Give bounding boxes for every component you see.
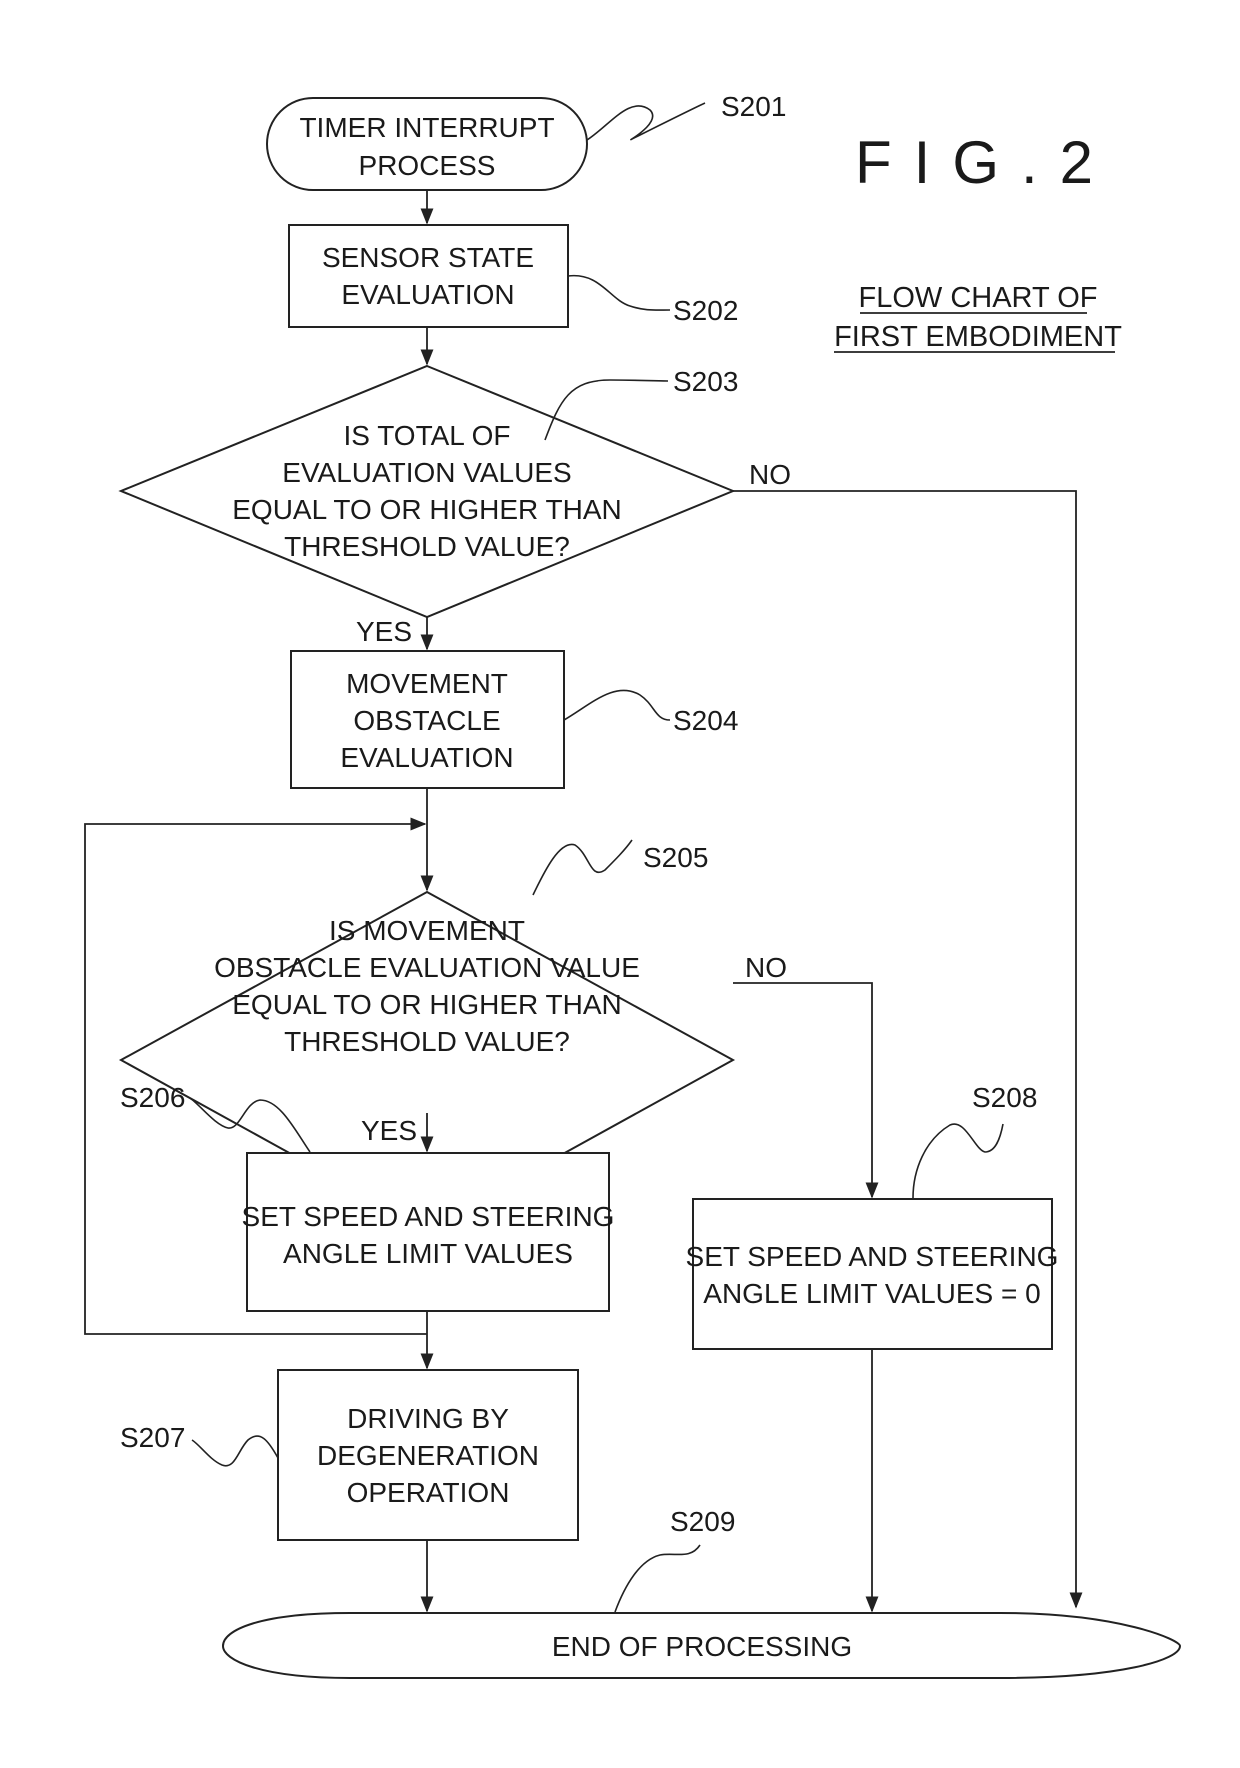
s205-no-label: NO <box>745 952 787 983</box>
s207-line-2: DEGENERATION <box>317 1440 539 1471</box>
s204-line-3: EVALUATION <box>340 742 513 773</box>
s204-leader <box>563 689 671 721</box>
s207-ref-label: S207 <box>120 1422 185 1453</box>
step-s202-process: SENSOR STATE EVALUATION <box>288 224 569 328</box>
s204-line-1: MOVEMENT <box>346 668 508 699</box>
s203-line-4: THRESHOLD VALUE? <box>284 531 570 562</box>
s201-line-2: PROCESS <box>359 150 496 181</box>
step-s208-process: SET SPEED AND STEERING ANGLE LIMIT VALUE… <box>686 1198 1059 1350</box>
s209-ref-label: S209 <box>670 1506 735 1537</box>
s203-line-2: EVALUATION VALUES <box>282 457 571 488</box>
process-box <box>692 1198 1053 1350</box>
s201-line-1: TIMER INTERRUPT <box>299 112 554 143</box>
step-s207-process: DRIVING BY DEGENERATION OPERATION <box>277 1369 579 1541</box>
s202-ref-label: S202 <box>673 295 738 326</box>
s207-leader <box>191 1435 279 1467</box>
step-s204-process: MOVEMENT OBSTACLE EVALUATION <box>290 650 565 789</box>
s205-line-2: OBSTACLE EVALUATION VALUE <box>214 952 640 983</box>
arrow-s205-no-to-s208 <box>733 982 879 1199</box>
s205-leader <box>532 839 633 896</box>
s208-line-1: SET SPEED AND STEERING <box>686 1241 1059 1272</box>
s207-line-1: DRIVING BY <box>347 1403 509 1434</box>
s207-line-3: OPERATION <box>347 1477 510 1508</box>
s206-ref-label: S206 <box>120 1082 185 1113</box>
s205-yes-label: YES <box>361 1115 417 1146</box>
s208-line-2: ANGLE LIMIT VALUES = 0 <box>703 1278 1040 1309</box>
process-box <box>246 1152 610 1312</box>
s203-ref-label: S203 <box>673 366 738 397</box>
s202-leader <box>567 274 671 311</box>
s204-ref-label: S204 <box>673 705 738 736</box>
figure-title-line-2: FIRST EMBODIMENT <box>834 321 1122 353</box>
s204-line-2: OBSTACLE <box>353 705 500 736</box>
s203-line-3: EQUAL TO OR HIGHER THAN <box>232 494 621 525</box>
s205-line-4: THRESHOLD VALUE? <box>284 1026 570 1057</box>
s201-leader <box>586 102 706 141</box>
step-s201-terminal: TIMER INTERRUPT PROCESS <box>266 97 588 191</box>
s201-ref-label: S201 <box>721 91 786 122</box>
step-s209-terminal: END OF PROCESSING <box>221 1612 1182 1679</box>
s209-leader <box>614 1544 701 1613</box>
flowchart: FIG.2 FLOW CHART OF FIRST EMBODIMENT TIM… <box>84 91 1182 1679</box>
figure-label: FIG.2 <box>855 129 1115 196</box>
s202-line-1: SENSOR STATE <box>322 242 534 273</box>
s205-line-3: EQUAL TO OR HIGHER THAN <box>232 989 621 1020</box>
arrow-s203-no-to-end <box>733 490 1083 1609</box>
s203-yes-label: YES <box>356 616 412 647</box>
decision-diamond <box>118 364 736 619</box>
step-s206-process: SET SPEED AND STEERING ANGLE LIMIT VALUE… <box>242 1152 615 1312</box>
s208-ref-label: S208 <box>972 1082 1037 1113</box>
s205-ref-label: S205 <box>643 842 708 873</box>
step-s203-decision: IS TOTAL OF EVALUATION VALUES EQUAL TO O… <box>118 364 736 619</box>
s202-line-2: EVALUATION <box>341 279 514 310</box>
s205-line-1: IS MOVEMENT <box>329 915 525 946</box>
s206-line-1: SET SPEED AND STEERING <box>242 1201 615 1232</box>
process-box <box>288 224 569 328</box>
s209-line-1: END OF PROCESSING <box>552 1631 852 1662</box>
s208-leader <box>912 1123 1004 1199</box>
figure-title-line-1: FLOW CHART OF <box>859 282 1098 314</box>
s203-line-1: IS TOTAL OF <box>343 420 510 451</box>
s206-line-2: ANGLE LIMIT VALUES <box>283 1238 573 1269</box>
s203-no-label: NO <box>749 459 791 490</box>
